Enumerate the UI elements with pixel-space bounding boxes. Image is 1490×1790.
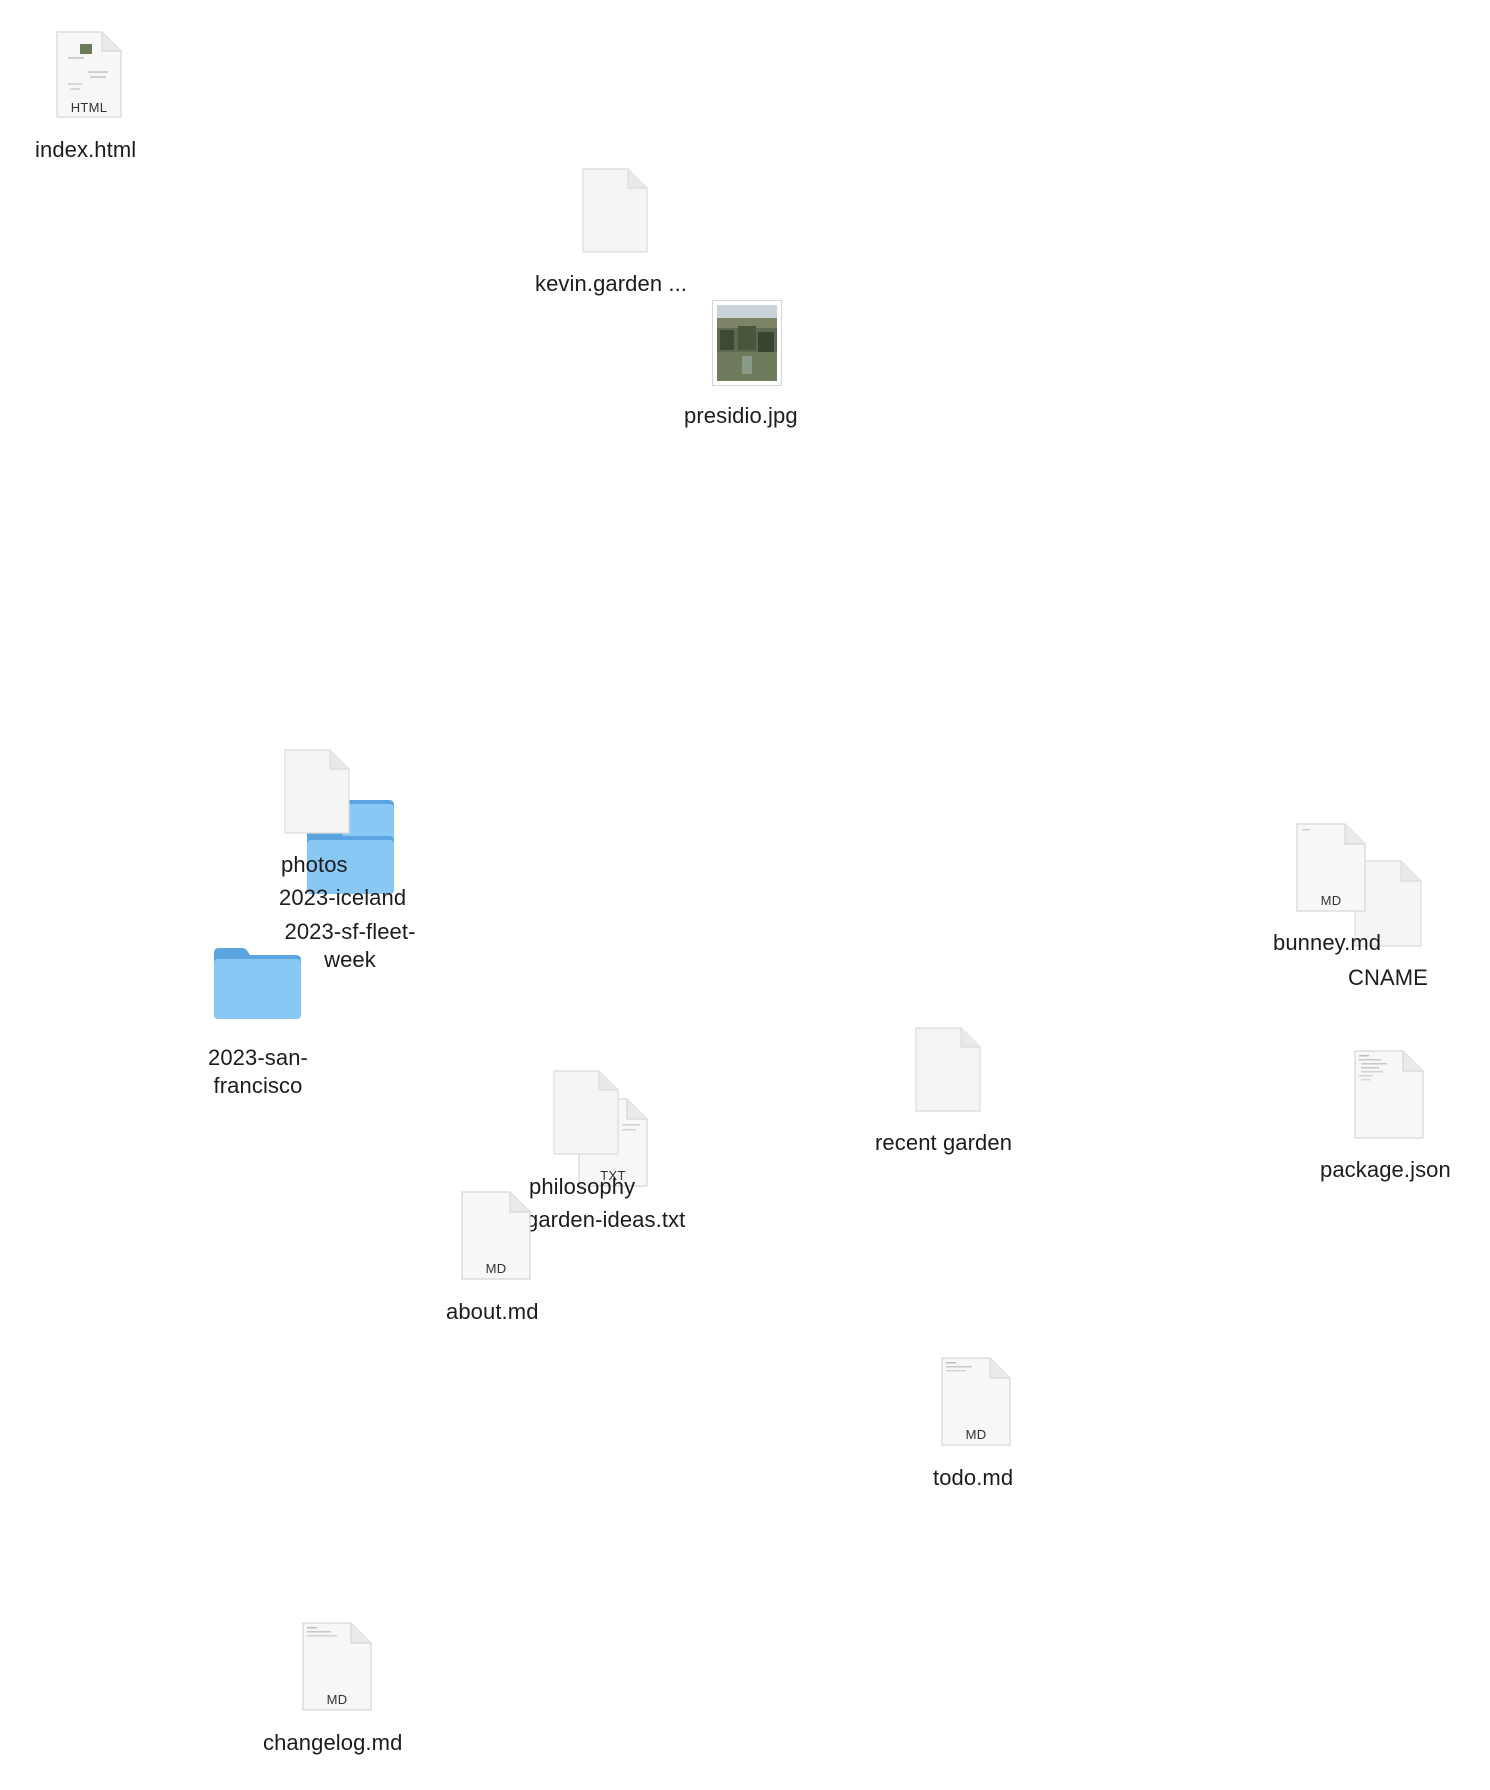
desktop-item-label: about.md	[446, 1299, 539, 1324]
desktop-item-label: todo.md	[933, 1465, 1014, 1490]
desktop-item-label: recent garden	[875, 1130, 1013, 1155]
markdown-file-icon: MD	[302, 1622, 372, 1712]
desktop-item-label: 2023-iceland	[279, 885, 407, 910]
blank-document-icon	[553, 1070, 619, 1156]
blank-document-icon	[284, 749, 350, 835]
desktop-item-label: garden-ideas.txt	[526, 1207, 686, 1232]
desktop-item-label: bunney.md	[1273, 930, 1382, 955]
desktop-item-label: 2023-san-francisco	[208, 1045, 308, 1098]
json-file-icon	[1354, 1050, 1424, 1140]
desktop-item-label: package.json	[1320, 1157, 1451, 1182]
desktop-item-label: philosophy	[529, 1174, 636, 1199]
markdown-file-icon: MD	[941, 1357, 1011, 1447]
desktop-item-label: presidio.jpg	[684, 403, 798, 428]
markdown-file-icon: MD	[1296, 823, 1366, 913]
folder-icon	[212, 945, 302, 1021]
file-type-badge: MD	[965, 1427, 987, 1442]
file-type-badge: MD	[1320, 893, 1342, 908]
desktop-item-label: changelog.md	[263, 1730, 403, 1755]
html-file-icon: HTML	[56, 31, 122, 119]
desktop-item-label: index.html	[35, 137, 137, 162]
file-type-badge: HTML	[70, 100, 108, 115]
desktop-item-label: kevin.garden ...	[535, 271, 688, 296]
markdown-file-icon: MD	[461, 1191, 531, 1281]
image-thumbnail-icon	[712, 300, 782, 386]
desktop-item-label: CNAME	[1348, 965, 1428, 990]
blank-document-icon	[915, 1027, 981, 1113]
desktop-item-label: photos	[281, 852, 348, 877]
blank-document-icon	[582, 168, 648, 254]
file-type-badge: MD	[326, 1692, 348, 1707]
file-type-badge: MD	[485, 1261, 507, 1276]
